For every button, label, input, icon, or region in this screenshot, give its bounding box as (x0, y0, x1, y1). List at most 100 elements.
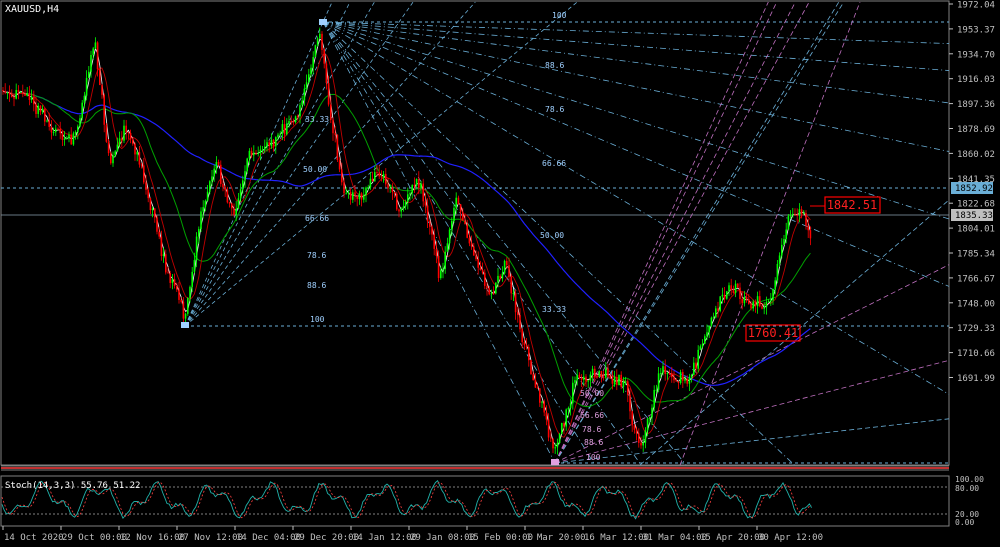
fib-fan-small-label: 100 (586, 453, 601, 462)
fib-fan-label: 78.6 (307, 251, 326, 260)
candle-body (19, 91, 22, 93)
candle-body (497, 275, 499, 283)
candle-body (424, 201, 427, 206)
fib-fan-label: 66.66 (542, 159, 566, 168)
candle-body (200, 211, 202, 230)
candle-body (116, 144, 119, 152)
candle-body (330, 104, 332, 120)
candle-body (407, 194, 409, 202)
candle-body (378, 172, 380, 177)
fan-anchor-marker[interactable] (319, 19, 327, 25)
candle-body (349, 191, 352, 200)
candle-body (631, 411, 633, 426)
candle-body (671, 373, 673, 378)
candle-body (712, 317, 715, 319)
candle-body (226, 190, 229, 203)
candle-body (138, 152, 141, 165)
fib-fan-label: 33.33 (305, 115, 329, 124)
candle-body (415, 178, 418, 186)
candle-body (279, 133, 281, 135)
candle-body (589, 374, 592, 381)
candle-body (376, 172, 378, 174)
candle-body (627, 381, 629, 395)
fib-fan-label: 100 (310, 315, 325, 324)
candle-body (114, 151, 116, 156)
candle-body (479, 267, 482, 271)
candle-body (402, 206, 405, 209)
candle-body (389, 187, 391, 189)
candle-body (158, 231, 160, 237)
chart-window[interactable]: 100 88.6 78.6 66.66 50.00 33.33 66.66 78.6 88.6 1… (0, 0, 1000, 547)
candle-body (805, 213, 807, 226)
candle-body (792, 213, 794, 215)
fan-anchor-marker[interactable] (181, 322, 189, 328)
candle-body (85, 77, 88, 96)
candle-body (629, 394, 631, 412)
candle-body (103, 94, 105, 125)
candle-body (162, 254, 165, 256)
candle-body (257, 153, 259, 155)
candle-body (783, 239, 785, 245)
price-tick-label: 1934.70 (957, 50, 995, 60)
candle-body (334, 133, 336, 135)
candle-body (536, 387, 539, 389)
candle-body (409, 193, 411, 195)
candle-body (323, 49, 325, 64)
candle-body (39, 105, 42, 112)
candle-body (6, 92, 9, 94)
candle-body (253, 152, 255, 156)
candle-body (202, 207, 204, 212)
candle-body (193, 260, 196, 272)
candle-body (587, 380, 589, 382)
candle-body (719, 296, 721, 311)
candle-body (369, 178, 372, 188)
candle-body (411, 185, 413, 194)
candle-body (338, 159, 341, 170)
stoch-level-100: 100.00 (955, 475, 984, 484)
candle-body (545, 412, 548, 420)
candle-body (371, 178, 374, 182)
candle-body (499, 275, 501, 279)
candle-body (451, 221, 453, 230)
candle-body (699, 346, 702, 350)
stoch-level-80: 80.00 (955, 484, 979, 493)
current-price-text: 1835.33 (955, 211, 993, 221)
candle-body (398, 209, 400, 212)
fib-fan-label: 50.00 (303, 165, 327, 174)
price-tick-label: 1953.37 (957, 25, 995, 35)
candle-body (255, 152, 257, 154)
time-tick-label: 14 Dec 04:00 (236, 533, 301, 543)
candle-body (558, 433, 561, 444)
candle-body (305, 82, 308, 89)
candle-body (327, 82, 330, 105)
candle-body (633, 425, 636, 430)
candle-body (552, 438, 554, 449)
fib-fan-small-label: 50.00 (580, 389, 604, 398)
candle-body (442, 268, 444, 271)
candle-body (90, 54, 92, 72)
candle-body (217, 161, 220, 165)
time-tick-label: 1 Mar 20:00 (526, 533, 586, 543)
candle-body (640, 442, 642, 446)
candle-body (301, 100, 303, 106)
time-tick-label: 14 Jan 12:00 (352, 533, 417, 543)
time-tick-label: 31 Mar 04:00 (642, 533, 707, 543)
candle-body (429, 221, 431, 227)
fan-anchor-marker[interactable] (551, 459, 559, 465)
candle-body (336, 134, 339, 160)
candle-body (77, 126, 79, 132)
candle-body (233, 208, 235, 215)
candle-body (646, 418, 649, 431)
candle-body (4, 91, 6, 93)
candle-body (165, 254, 167, 273)
candle-body (70, 134, 72, 145)
price-tick-label: 1766.67 (957, 274, 995, 284)
price-tick-label: 1916.03 (957, 75, 995, 85)
candle-body (180, 299, 182, 302)
candle-body (774, 280, 776, 289)
candle-body (134, 143, 136, 155)
fib-fan-small-label: 78.6 (582, 425, 601, 434)
candle-body (734, 283, 737, 293)
candle-body (50, 126, 53, 133)
candle-body (123, 125, 125, 141)
